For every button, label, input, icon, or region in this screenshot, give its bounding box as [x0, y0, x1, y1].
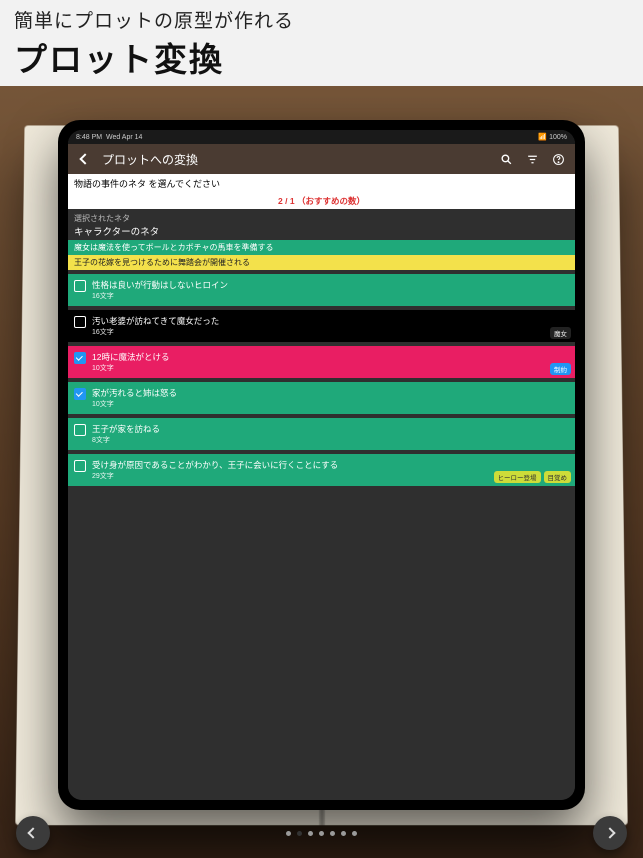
pager — [0, 816, 643, 850]
selected-label: 選択されたネタ — [68, 209, 575, 224]
card-body: 12時に魔法がとける10文字 — [92, 351, 569, 373]
idea-card[interactable]: 性格は良いが行動はしないヒロイン16文字 — [68, 274, 575, 306]
idea-card[interactable]: 家が汚れると姉は怒る10文字 — [68, 382, 575, 414]
idea-card[interactable]: 受け身が原因であることがわかり、王子に会いに行くことにする29文字ヒーロー登場目… — [68, 454, 575, 486]
char-count: 8文字 — [92, 435, 569, 445]
page-dot[interactable] — [341, 831, 346, 836]
checkbox[interactable] — [74, 280, 86, 292]
char-count: 16文字 — [92, 291, 569, 301]
appbar-title: プロットへの変換 — [102, 151, 489, 168]
search-icon — [500, 153, 513, 166]
char-count: 16文字 — [92, 327, 569, 337]
recommend-count: 2 / 1 （おすすめの数） — [68, 193, 575, 209]
search-button[interactable] — [497, 150, 515, 168]
category-label: キャラクターのネタ — [68, 224, 575, 240]
promo-subtitle: 簡単にプロットの原型が作れる — [14, 6, 629, 33]
page-dot[interactable] — [319, 831, 324, 836]
app-bar: プロットへの変換 — [68, 144, 575, 174]
checkbox[interactable] — [74, 388, 86, 400]
prompt-line: 物語の事件のネタ を選んでください — [68, 174, 575, 193]
checkbox[interactable] — [74, 352, 86, 364]
page-dot[interactable] — [297, 831, 302, 836]
prev-page-button[interactable] — [16, 816, 50, 850]
page-dot[interactable] — [308, 831, 313, 836]
filter-button[interactable] — [523, 150, 541, 168]
page-dot[interactable] — [286, 831, 291, 836]
checkbox[interactable] — [74, 460, 86, 472]
char-count: 10文字 — [92, 399, 569, 409]
status-time: 8:48 PM Wed Apr 14 — [76, 134, 142, 141]
card-body: 家が汚れると姉は怒る10文字 — [92, 387, 569, 409]
card-title: 性格は良いが行動はしないヒロイン — [92, 279, 569, 291]
next-page-button[interactable] — [593, 816, 627, 850]
checkbox[interactable] — [74, 424, 86, 436]
card-body: 汚い老婆が訪ねてきて魔女だった16文字 — [92, 315, 569, 337]
card-title: 家が汚れると姉は怒る — [92, 387, 569, 399]
page-dot[interactable] — [330, 831, 335, 836]
card-body: 王子が家を訪ねる8文字 — [92, 423, 569, 445]
idea-card[interactable]: 12時に魔法がとける10文字制約 — [68, 346, 575, 378]
status-bar: 8:48 PM Wed Apr 14 📶 100% — [68, 130, 575, 144]
chevron-left-icon — [27, 827, 38, 838]
card-title: 受け身が原因であることがわかり、王子に会いに行くことにする — [92, 459, 569, 471]
tablet-frame: 8:48 PM Wed Apr 14 📶 100% プロットへの変換 物語の事件… — [58, 120, 585, 810]
chevron-right-icon — [604, 827, 615, 838]
checkbox[interactable] — [74, 316, 86, 328]
content-area: 物語の事件のネタ を選んでください 2 / 1 （おすすめの数） 選択されたネタ… — [68, 174, 575, 800]
selected-strip: 魔女は魔法を使ってボールとカボチャの馬車を準備する — [68, 240, 575, 255]
filter-icon — [526, 153, 539, 166]
tag-row: ヒーロー登場目覚め — [494, 471, 572, 483]
chevron-left-icon — [79, 153, 90, 164]
tag: 制約 — [550, 363, 571, 375]
card-title: 王子が家を訪ねる — [92, 423, 569, 435]
idea-card[interactable]: 汚い老婆が訪ねてきて魔女だった16文字魔女 — [68, 310, 575, 342]
tag: 目覚め — [544, 471, 572, 483]
card-title: 12時に魔法がとける — [92, 351, 569, 363]
help-button[interactable] — [549, 150, 567, 168]
promo-title: プロット変換 — [14, 33, 629, 81]
help-icon — [552, 153, 565, 166]
promo-header: 簡単にプロットの原型が作れる プロット変換 — [0, 0, 643, 86]
page-dot[interactable] — [352, 831, 357, 836]
idea-card[interactable]: 王子が家を訪ねる8文字 — [68, 418, 575, 450]
back-button[interactable] — [76, 150, 94, 168]
status-battery: 📶 100% — [538, 133, 567, 141]
selected-strip: 王子の花嫁を見つけるために舞踏会が開催される — [68, 255, 575, 270]
tag: 魔女 — [550, 327, 571, 339]
tag: ヒーロー登場 — [494, 471, 541, 483]
card-body: 性格は良いが行動はしないヒロイン16文字 — [92, 279, 569, 301]
card-title: 汚い老婆が訪ねてきて魔女だった — [92, 315, 569, 327]
page-dots — [286, 831, 357, 836]
char-count: 10文字 — [92, 363, 569, 373]
